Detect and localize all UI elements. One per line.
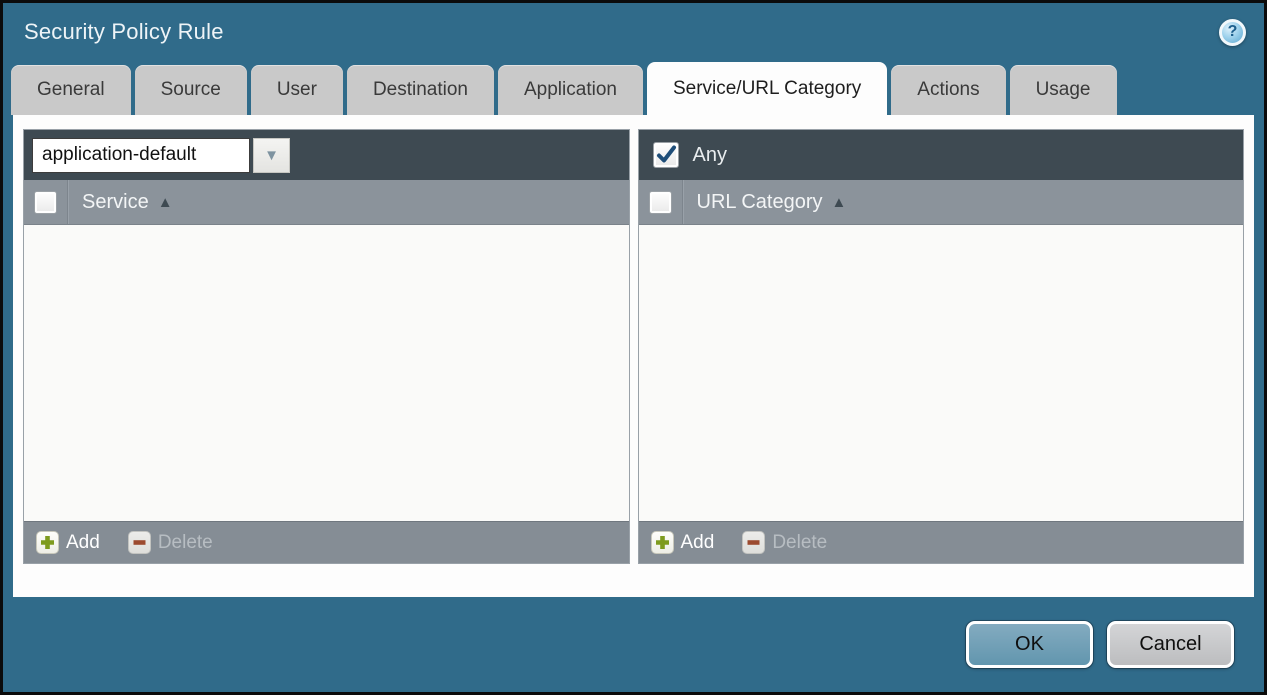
- select-all-url-categories-checkbox[interactable]: [649, 191, 672, 214]
- sort-ascending-icon[interactable]: ▲: [831, 194, 846, 211]
- any-checkbox[interactable]: [653, 142, 679, 168]
- service-table-body[interactable]: [24, 225, 629, 521]
- url-category-table-body[interactable]: [639, 225, 1244, 521]
- sort-ascending-icon[interactable]: ▲: [158, 194, 173, 211]
- delete-minus-icon: [128, 531, 151, 554]
- delete-service-button: Delete: [128, 531, 213, 554]
- tab-usage[interactable]: Usage: [1010, 65, 1117, 115]
- service-column-header[interactable]: Service: [82, 191, 149, 214]
- any-label: Any: [693, 144, 727, 167]
- dialog-title: Security Policy Rule: [24, 19, 224, 45]
- url-category-panel-footer: Add Delete: [639, 521, 1244, 563]
- ok-button[interactable]: OK: [966, 621, 1093, 668]
- service-table-header: Service ▲: [24, 180, 629, 225]
- delete-minus-icon: [742, 531, 765, 554]
- service-panel: application-default ▼ Service ▲ Add: [23, 129, 630, 564]
- tab-source[interactable]: Source: [135, 65, 247, 115]
- add-service-button[interactable]: Add: [36, 531, 100, 554]
- add-url-category-button[interactable]: Add: [651, 531, 715, 554]
- url-category-panel-toolbar: Any: [639, 130, 1244, 180]
- url-category-table-header: URL Category ▲: [639, 180, 1244, 225]
- tab-destination[interactable]: Destination: [347, 65, 494, 115]
- tab-general[interactable]: General: [11, 65, 131, 115]
- tab-bar: General Source User Destination Applicat…: [3, 61, 1264, 115]
- dropdown-arrow-icon[interactable]: ▼: [253, 138, 290, 173]
- tab-user[interactable]: User: [251, 65, 343, 115]
- cancel-button[interactable]: Cancel: [1107, 621, 1234, 668]
- any-row: Any: [647, 142, 727, 168]
- service-type-dropdown[interactable]: application-default ▼: [32, 138, 290, 173]
- dialog-action-bar: OK Cancel: [3, 597, 1264, 692]
- service-panel-toolbar: application-default ▼: [24, 130, 629, 180]
- service-panel-footer: Add Delete: [24, 521, 629, 563]
- dialog-title-bar: Security Policy Rule ?: [3, 3, 1264, 61]
- url-category-panel: Any URL Category ▲ Add: [638, 129, 1245, 564]
- add-plus-icon: [651, 531, 674, 554]
- delete-url-category-button: Delete: [742, 531, 827, 554]
- security-policy-rule-dialog: Security Policy Rule ? General Source Us…: [0, 0, 1267, 695]
- service-type-dropdown-value[interactable]: application-default: [32, 138, 250, 173]
- tab-service-url-category[interactable]: Service/URL Category: [647, 62, 887, 115]
- tab-content-area: application-default ▼ Service ▲ Add: [13, 115, 1254, 597]
- select-all-services-checkbox[interactable]: [34, 191, 57, 214]
- help-icon[interactable]: ?: [1219, 19, 1246, 46]
- add-plus-icon: [36, 531, 59, 554]
- url-category-column-header[interactable]: URL Category: [697, 191, 823, 214]
- tab-application[interactable]: Application: [498, 65, 643, 115]
- tab-actions[interactable]: Actions: [891, 65, 1005, 115]
